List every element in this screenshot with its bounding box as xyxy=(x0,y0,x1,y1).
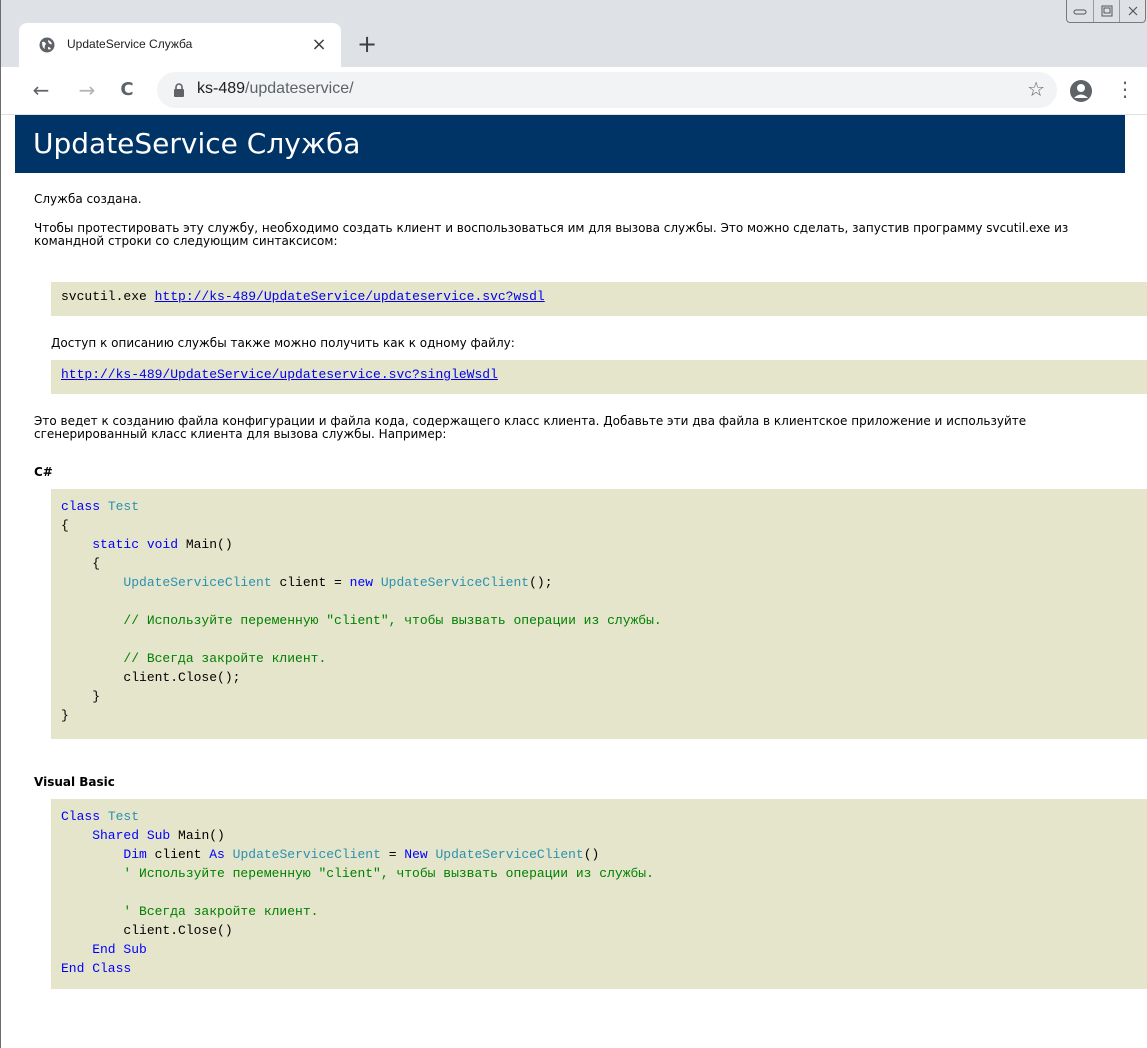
address-bar[interactable]: ks-489/updateservice/ ☆ xyxy=(157,72,1057,108)
code-comment: // Используйте переменную "client", чтоб… xyxy=(61,613,662,628)
url-text: ks-489/updateservice/ xyxy=(197,80,354,98)
code-token: Test xyxy=(100,809,140,824)
url-host: ks-489 xyxy=(197,80,246,97)
code-token: client = xyxy=(271,575,350,590)
browser-toolbar: ← → C ks-489/updateservice/ ☆ ⋮ xyxy=(1,67,1147,115)
code-token: client xyxy=(146,847,210,862)
code-line: } xyxy=(61,708,69,723)
single-wsdl-link[interactable]: http://ks-489/UpdateService/updateservic… xyxy=(61,367,498,382)
tab-strip: UpdateService Служба × + xyxy=(1,0,1147,72)
code-token: Main() xyxy=(178,537,233,552)
code-token: UpdateServiceClient xyxy=(373,575,530,590)
code-line: End Class xyxy=(61,961,132,976)
code-token: void xyxy=(139,537,179,552)
code-token: Class xyxy=(61,809,101,824)
code-line: } xyxy=(61,689,101,704)
star-icon[interactable]: ☆ xyxy=(1027,77,1045,101)
tab-title: UpdateService Служба xyxy=(67,37,193,51)
svcutil-text: svcutil.exe xyxy=(61,289,155,304)
code-line: client.Close() xyxy=(61,923,233,938)
csharp-code-block: class Test { static void Main() { Update… xyxy=(51,489,1147,739)
code-token: Main() xyxy=(170,828,225,843)
browser-window: UpdateService Служба × + ← → C ks-489/up… xyxy=(0,0,1147,1048)
tab-close-icon[interactable]: × xyxy=(305,31,333,59)
page-content: UpdateService Служба Служба создана. Что… xyxy=(1,115,1147,1048)
code-token: (); xyxy=(529,575,553,590)
minimize-icon[interactable] xyxy=(1067,0,1093,22)
code-token: New xyxy=(404,847,428,862)
code-line: class Test xyxy=(61,499,139,514)
code-token: Test xyxy=(100,499,140,514)
code-line: client.Close(); xyxy=(61,670,241,685)
page-title: UpdateService Служба xyxy=(15,115,1125,173)
single-file-text: Доступ к описанию службы также можно пол… xyxy=(51,336,515,350)
code-line: Class Test xyxy=(61,809,139,824)
vb-label: Visual Basic xyxy=(34,775,115,789)
code-token: UpdateServiceClient xyxy=(224,847,381,862)
csharp-label: C# xyxy=(34,465,53,479)
code-token: new xyxy=(349,575,374,590)
code-comment: // Всегда закройте клиент. xyxy=(61,651,327,666)
code-token: static xyxy=(61,537,140,552)
code-line: { xyxy=(61,556,101,571)
code-token: UpdateServiceClient xyxy=(427,847,584,862)
code-token: class xyxy=(61,499,101,514)
code-token: As xyxy=(209,847,225,862)
close-window-icon[interactable] xyxy=(1119,0,1145,22)
single-wsdl-box: http://ks-489/UpdateService/updateservic… xyxy=(51,360,1147,394)
code-token: Sub xyxy=(139,828,171,843)
vb-code-block: Class Test Shared Sub Main() Dim client … xyxy=(51,799,1147,989)
forward-button[interactable]: → xyxy=(73,75,101,105)
result-text: Это ведет к созданию файла конфигурации … xyxy=(34,414,1027,441)
maximize-icon[interactable] xyxy=(1093,0,1119,22)
code-token: = xyxy=(380,847,405,862)
globe-icon xyxy=(39,37,55,53)
code-comment: ' Всегда закройте клиент. xyxy=(61,904,319,919)
code-comment: ' Используйте переменную "client", чтобы… xyxy=(61,866,654,881)
window-controls xyxy=(1066,0,1146,23)
code-token: () xyxy=(583,847,600,862)
code-token: Dim xyxy=(61,847,147,862)
wsdl-link[interactable]: http://ks-489/UpdateService/updateservic… xyxy=(155,289,545,304)
code-line: End Sub xyxy=(61,942,147,957)
url-path: /updateservice/ xyxy=(245,80,354,97)
lock-icon xyxy=(174,83,184,97)
code-line: static void Main() xyxy=(61,537,233,552)
intro-text: Чтобы протестировать эту службу, необход… xyxy=(34,221,1069,248)
code-line: { xyxy=(61,518,69,533)
new-tab-button[interactable]: + xyxy=(353,31,381,59)
code-token: UpdateServiceClient xyxy=(61,575,272,590)
tab-active[interactable]: UpdateService Служба × xyxy=(19,23,341,67)
reload-button[interactable]: C xyxy=(113,75,141,105)
svcutil-command: svcutil.exe http://ks-489/UpdateService/… xyxy=(51,282,1147,316)
code-line: Shared Sub Main() xyxy=(61,828,225,843)
code-token: Shared xyxy=(61,828,140,843)
code-line: Dim client As UpdateServiceClient = New … xyxy=(61,847,599,862)
menu-icon[interactable]: ⋮ xyxy=(1115,77,1135,101)
code-line: UpdateServiceClient client = new UpdateS… xyxy=(61,575,553,590)
profile-icon[interactable] xyxy=(1069,79,1093,103)
created-text: Служба создана. xyxy=(34,192,142,206)
back-button[interactable]: ← xyxy=(27,75,55,105)
